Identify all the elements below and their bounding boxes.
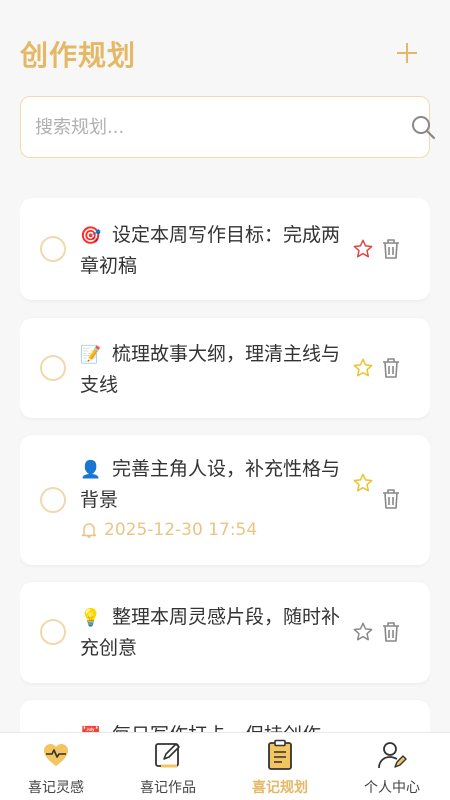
task-title: 梳理故事大纲，理清主线与支线 [80, 343, 341, 396]
page-title: 创作规划 [20, 39, 137, 72]
tab-planning[interactable]: 喜记规划 [224, 733, 336, 800]
task-title: 每日写作打卡，保持创作 [112, 724, 321, 732]
trash-icon[interactable] [380, 487, 402, 511]
app-root: 创作规划 🎯设定本周写作目标：完成两章初稿 [0, 0, 450, 800]
task-emoji: 💡 [80, 608, 102, 628]
task-title: 设定本周写作目标：完成两章初稿 [80, 224, 341, 277]
star-icon[interactable] [352, 238, 374, 260]
task-checkbox[interactable] [40, 487, 66, 513]
trash-icon[interactable] [380, 620, 402, 644]
task-card[interactable]: 🎯 设定本周写作目标：完成两章初稿 [20, 198, 430, 300]
tab-profile[interactable]: 个人中心 [336, 733, 448, 800]
task-emoji: 👤 [80, 460, 102, 480]
task-checkbox[interactable] [40, 355, 66, 381]
search-bar [20, 96, 436, 158]
task-card[interactable]: 💡 整理本周灵感片段，随时补充创意 [20, 582, 430, 683]
task-emoji: 🎯 [80, 226, 102, 246]
bell-icon [81, 523, 97, 538]
task-card[interactable]: 👤 完善主角人设，补充性格与背景 2025-12-30 17:54 [20, 435, 430, 565]
task-checkbox[interactable] [40, 619, 66, 645]
task-text: 🎯 设定本周写作目标：完成两章初稿 [80, 220, 350, 281]
star-icon[interactable] [352, 357, 374, 379]
header: 创作规划 [0, 0, 450, 92]
clipboard-icon [268, 739, 292, 770]
star-icon[interactable] [352, 472, 374, 494]
bottom-tab-bar: 喜记灵感 喜记作品 喜记规划 个人中心 [0, 732, 450, 800]
task-list: 🎯 设定本周写作目标：完成两章初稿 📝 梳理故事大纲，理清主线与支线 👤 完善主… [20, 198, 430, 732]
trash-icon[interactable] [380, 356, 402, 380]
task-title: 整理本周灵感片段，随时补充创意 [80, 606, 341, 659]
tab-works[interactable]: 喜记作品 [112, 733, 224, 800]
plus-icon[interactable] [394, 40, 420, 66]
reminder-time: 2025-12-30 17:54 [80, 520, 257, 540]
task-emoji: 📝 [80, 345, 102, 365]
heartbeat-icon [43, 743, 69, 766]
task-text: 📝 梳理故事大纲，理清主线与支线 [80, 339, 350, 400]
search-input[interactable] [35, 97, 375, 157]
tab-label: 喜记规划 [252, 780, 308, 796]
trash-icon[interactable] [380, 237, 402, 261]
task-title: 完善主角人设，补充性格与背景 [80, 458, 341, 511]
tab-inspiration[interactable]: 喜记灵感 [0, 733, 112, 800]
tab-label: 喜记灵感 [28, 780, 84, 796]
task-emoji: 📅 [80, 721, 104, 732]
task-text: 👤 完善主角人设，补充性格与背景 [80, 454, 350, 515]
task-card[interactable]: 📅 每日写作打卡，保持创作 [20, 700, 430, 732]
search-icon[interactable] [410, 114, 436, 140]
tab-label: 个人中心 [364, 780, 420, 796]
task-checkbox[interactable] [40, 236, 66, 262]
reminder-text: 2025-12-30 17:54 [104, 520, 258, 540]
user-icon [378, 742, 407, 769]
tab-label: 喜记作品 [140, 780, 196, 796]
edit-icon [155, 743, 180, 768]
task-text: 💡 整理本周灵感片段，随时补充创意 [80, 602, 350, 663]
task-text: 📅 每日写作打卡，保持创作 [80, 720, 380, 732]
star-icon[interactable] [352, 621, 374, 643]
task-card[interactable]: 📝 梳理故事大纲，理清主线与支线 [20, 318, 430, 418]
